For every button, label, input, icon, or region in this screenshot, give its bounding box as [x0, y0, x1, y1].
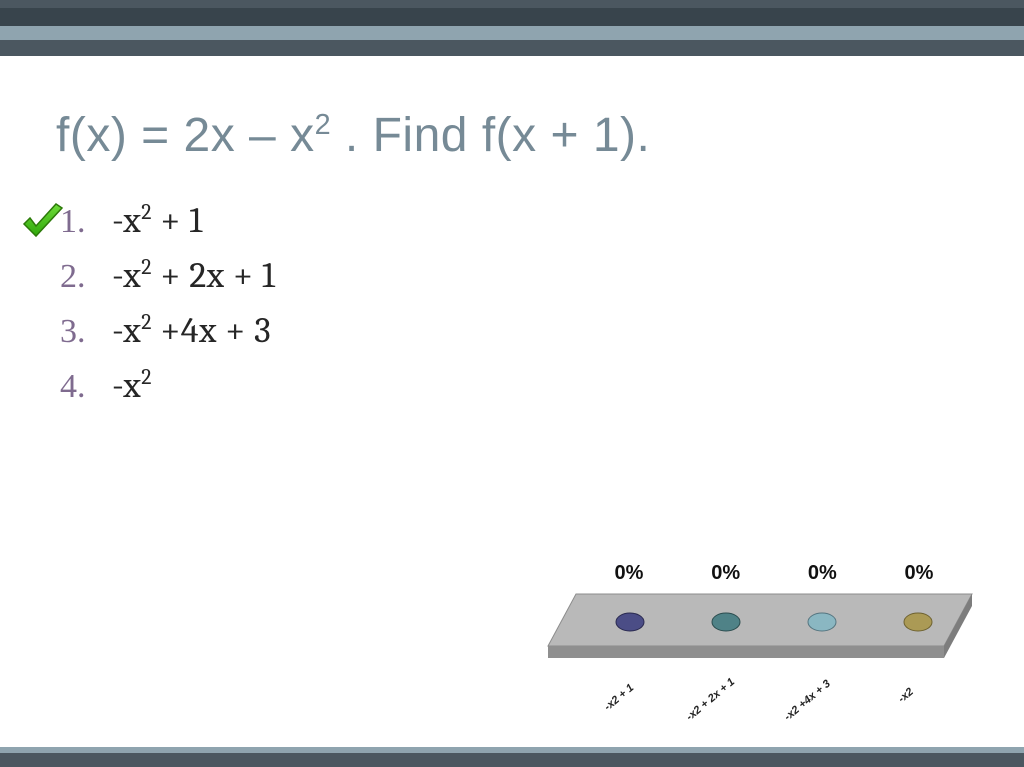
top-banner-stripe-dark [0, 8, 1024, 26]
option-4[interactable]: 4. -x2 [60, 365, 275, 420]
top-banner [0, 0, 1024, 56]
poll-percent-2: 0% [681, 562, 771, 588]
poll-percent-row: 0% 0% 0% 0% [584, 562, 964, 588]
option-text: -x2 [112, 365, 152, 406]
answer-options: 1. -x2 + 1 2. -x2 + 2x + 1 3. -x2 +4x + … [60, 200, 275, 420]
poll-label-4: -x2 [896, 686, 916, 705]
option-text: -x2 + 2x + 1 [112, 255, 275, 296]
poll-label-1: -x2 + 1 [602, 682, 636, 713]
option-text: -x2 + 1 [112, 200, 203, 241]
poll-label-2: -x2 + 2x + 1 [684, 676, 737, 723]
title-part-b: . Find f(x + 1). [331, 109, 650, 162]
slide-title: f(x) = 2x – x2 . Find f(x + 1). [56, 108, 650, 163]
poll-percent-1: 0% [584, 562, 674, 588]
poll-label-row: -x2 + 1 -x2 + 2x + 1 -x2 +4x + 3 -x2 [584, 668, 964, 728]
bottom-banner [0, 753, 1024, 767]
option-number: 3. [60, 313, 112, 351]
option-number: 2. [60, 258, 112, 296]
poll-pad-graphic [540, 586, 980, 670]
checkmark-icon [18, 200, 66, 248]
title-part-a: f(x) = 2x – x [56, 109, 315, 162]
title-superscript: 2 [315, 109, 332, 141]
option-2[interactable]: 2. -x2 + 2x + 1 [60, 255, 275, 310]
poll-pad: 0% 0% 0% 0% -x2 + 1 -x2 + 2x + 1 -x2 +4x… [540, 562, 980, 742]
poll-percent-3: 0% [777, 562, 867, 588]
poll-label-3: -x2 +4x + 3 [782, 678, 833, 723]
option-1[interactable]: 1. -x2 + 1 [60, 200, 275, 255]
option-number: 4. [60, 368, 112, 406]
poll-percent-4: 0% [874, 562, 964, 588]
top-banner-stripe-light [0, 26, 1024, 40]
option-number: 1. [60, 203, 112, 241]
option-3[interactable]: 3. -x2 +4x + 3 [60, 310, 275, 365]
option-text: -x2 +4x + 3 [112, 310, 271, 351]
